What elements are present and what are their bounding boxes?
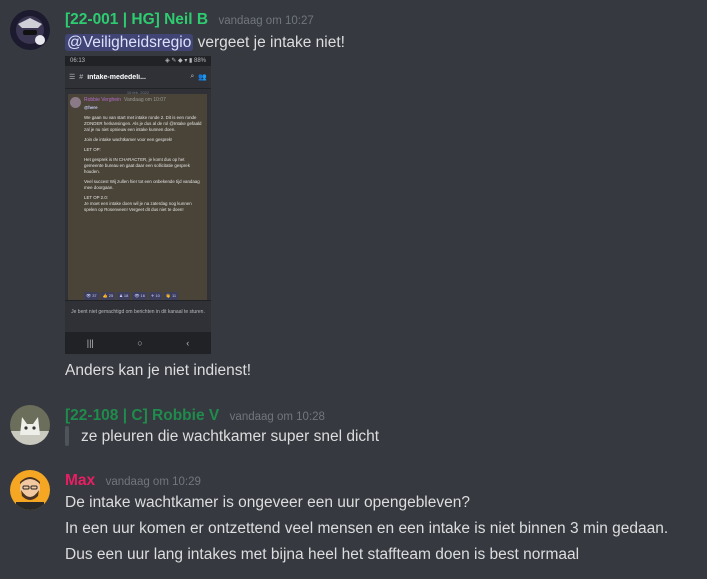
reaction-chip: 👁 37 xyxy=(84,292,99,300)
phone-author-time: Vandaag om 10:07 xyxy=(123,97,166,103)
image-attachment[interactable]: 06:13 ◈ ✎ ◆ ▾ ▮ 88% ☰ # intake-mededeli.… xyxy=(65,56,211,354)
username[interactable]: Max xyxy=(65,472,95,489)
username[interactable]: [22-001 | HG] Neil B xyxy=(65,11,208,28)
message-text: In een uur komen er ontzettend veel mens… xyxy=(65,520,669,537)
phone-paragraph: LET OP: xyxy=(84,147,101,152)
phone-clock: 06:13 xyxy=(70,58,86,64)
phone-paragraph: We gaan nu van start met intake ronde 2.… xyxy=(84,115,202,132)
reaction-chip: ♟ 18 xyxy=(117,292,131,300)
avatar-neil-icon xyxy=(10,10,50,50)
reaction-chip: 👋 11 xyxy=(163,292,179,300)
phone-paragraph: Het gesprek is IN CHARACTER, je komt dus… xyxy=(84,157,190,174)
username[interactable]: [22-108 | C] Robbie V xyxy=(65,407,219,424)
phone-channel-title: intake-mededeli... xyxy=(87,73,146,81)
role-mention[interactable]: @Veiligheidsregio xyxy=(65,34,194,51)
phone-here-mention: @here xyxy=(84,105,98,110)
avatar[interactable] xyxy=(10,405,50,445)
phone-message-body: @here We gaan nu van start met intake ro… xyxy=(84,105,205,217)
avatar[interactable] xyxy=(10,10,50,50)
phone-message: Robbie Verghein Vandaag om 10:07 @here We… xyxy=(68,94,207,316)
timestamp: vandaag om 10:27 xyxy=(218,15,314,27)
search-icon: ⌕ xyxy=(190,73,195,80)
message-text: De intake wachtkamer is ongeveer een uur… xyxy=(65,494,470,511)
phone-reactions-row: 👁 37 👍 25 ♟ 18 👁 16 ✈ 10 👋 11 xyxy=(84,292,205,300)
recent-apps-icon: ||| xyxy=(86,338,94,348)
reaction-chip: 👁 16 xyxy=(132,292,147,300)
message-text: Anders kan je niet indienst! xyxy=(65,362,252,379)
quote-bar xyxy=(65,426,69,446)
message-text: @Veiligheidsregio vergeet je intake niet… xyxy=(65,34,345,52)
hash-icon: # xyxy=(79,73,84,81)
timestamp: vandaag om 10:28 xyxy=(229,411,325,423)
phone-paragraph: Join de intake wachtkamer voor een gespr… xyxy=(84,137,173,142)
phone-paragraph: Veel succes! Wij zullen hier tot een onb… xyxy=(84,179,200,190)
members-icon: 👥 xyxy=(198,74,207,81)
reaction-chip: 👍 25 xyxy=(100,292,116,300)
phone-status-icons: ◈ ✎ ◆ ▾ ▮ 88% xyxy=(165,58,206,64)
timestamp: vandaag om 10:29 xyxy=(105,476,201,488)
phone-author: Robbie Verghein Vandaag om 10:07 xyxy=(84,97,166,103)
back-icon: ‹ xyxy=(186,338,190,348)
reaction-chip: ✈ 10 xyxy=(148,292,162,300)
phone-avatar xyxy=(70,97,81,108)
phone-permission-notice: Je bent niet gemachtigd om berichten in … xyxy=(65,300,211,330)
phone-channel-header: ☰ # intake-mededeli... ⌕ 👥 xyxy=(65,66,211,89)
message-text: ze pleuren die wachtkamer super snel dic… xyxy=(81,428,380,445)
home-icon: ○ xyxy=(137,338,143,348)
menu-icon: ☰ xyxy=(69,74,76,81)
avatar-bearded-man-icon xyxy=(10,470,50,510)
phone-nav-bar: ||| ○ ‹ xyxy=(65,332,211,354)
message-text: Dus een uur lang intakes met bijna heel … xyxy=(65,546,580,563)
message-text-rest: vergeet je intake niet! xyxy=(197,34,345,51)
phone-paragraph: Je moet een intake doen wil je na zaterd… xyxy=(84,201,192,212)
phone-status-bar: 06:13 ◈ ✎ ◆ ▾ ▮ 88% xyxy=(65,56,211,66)
avatar-cat-icon xyxy=(10,405,50,445)
avatar[interactable] xyxy=(10,470,50,510)
